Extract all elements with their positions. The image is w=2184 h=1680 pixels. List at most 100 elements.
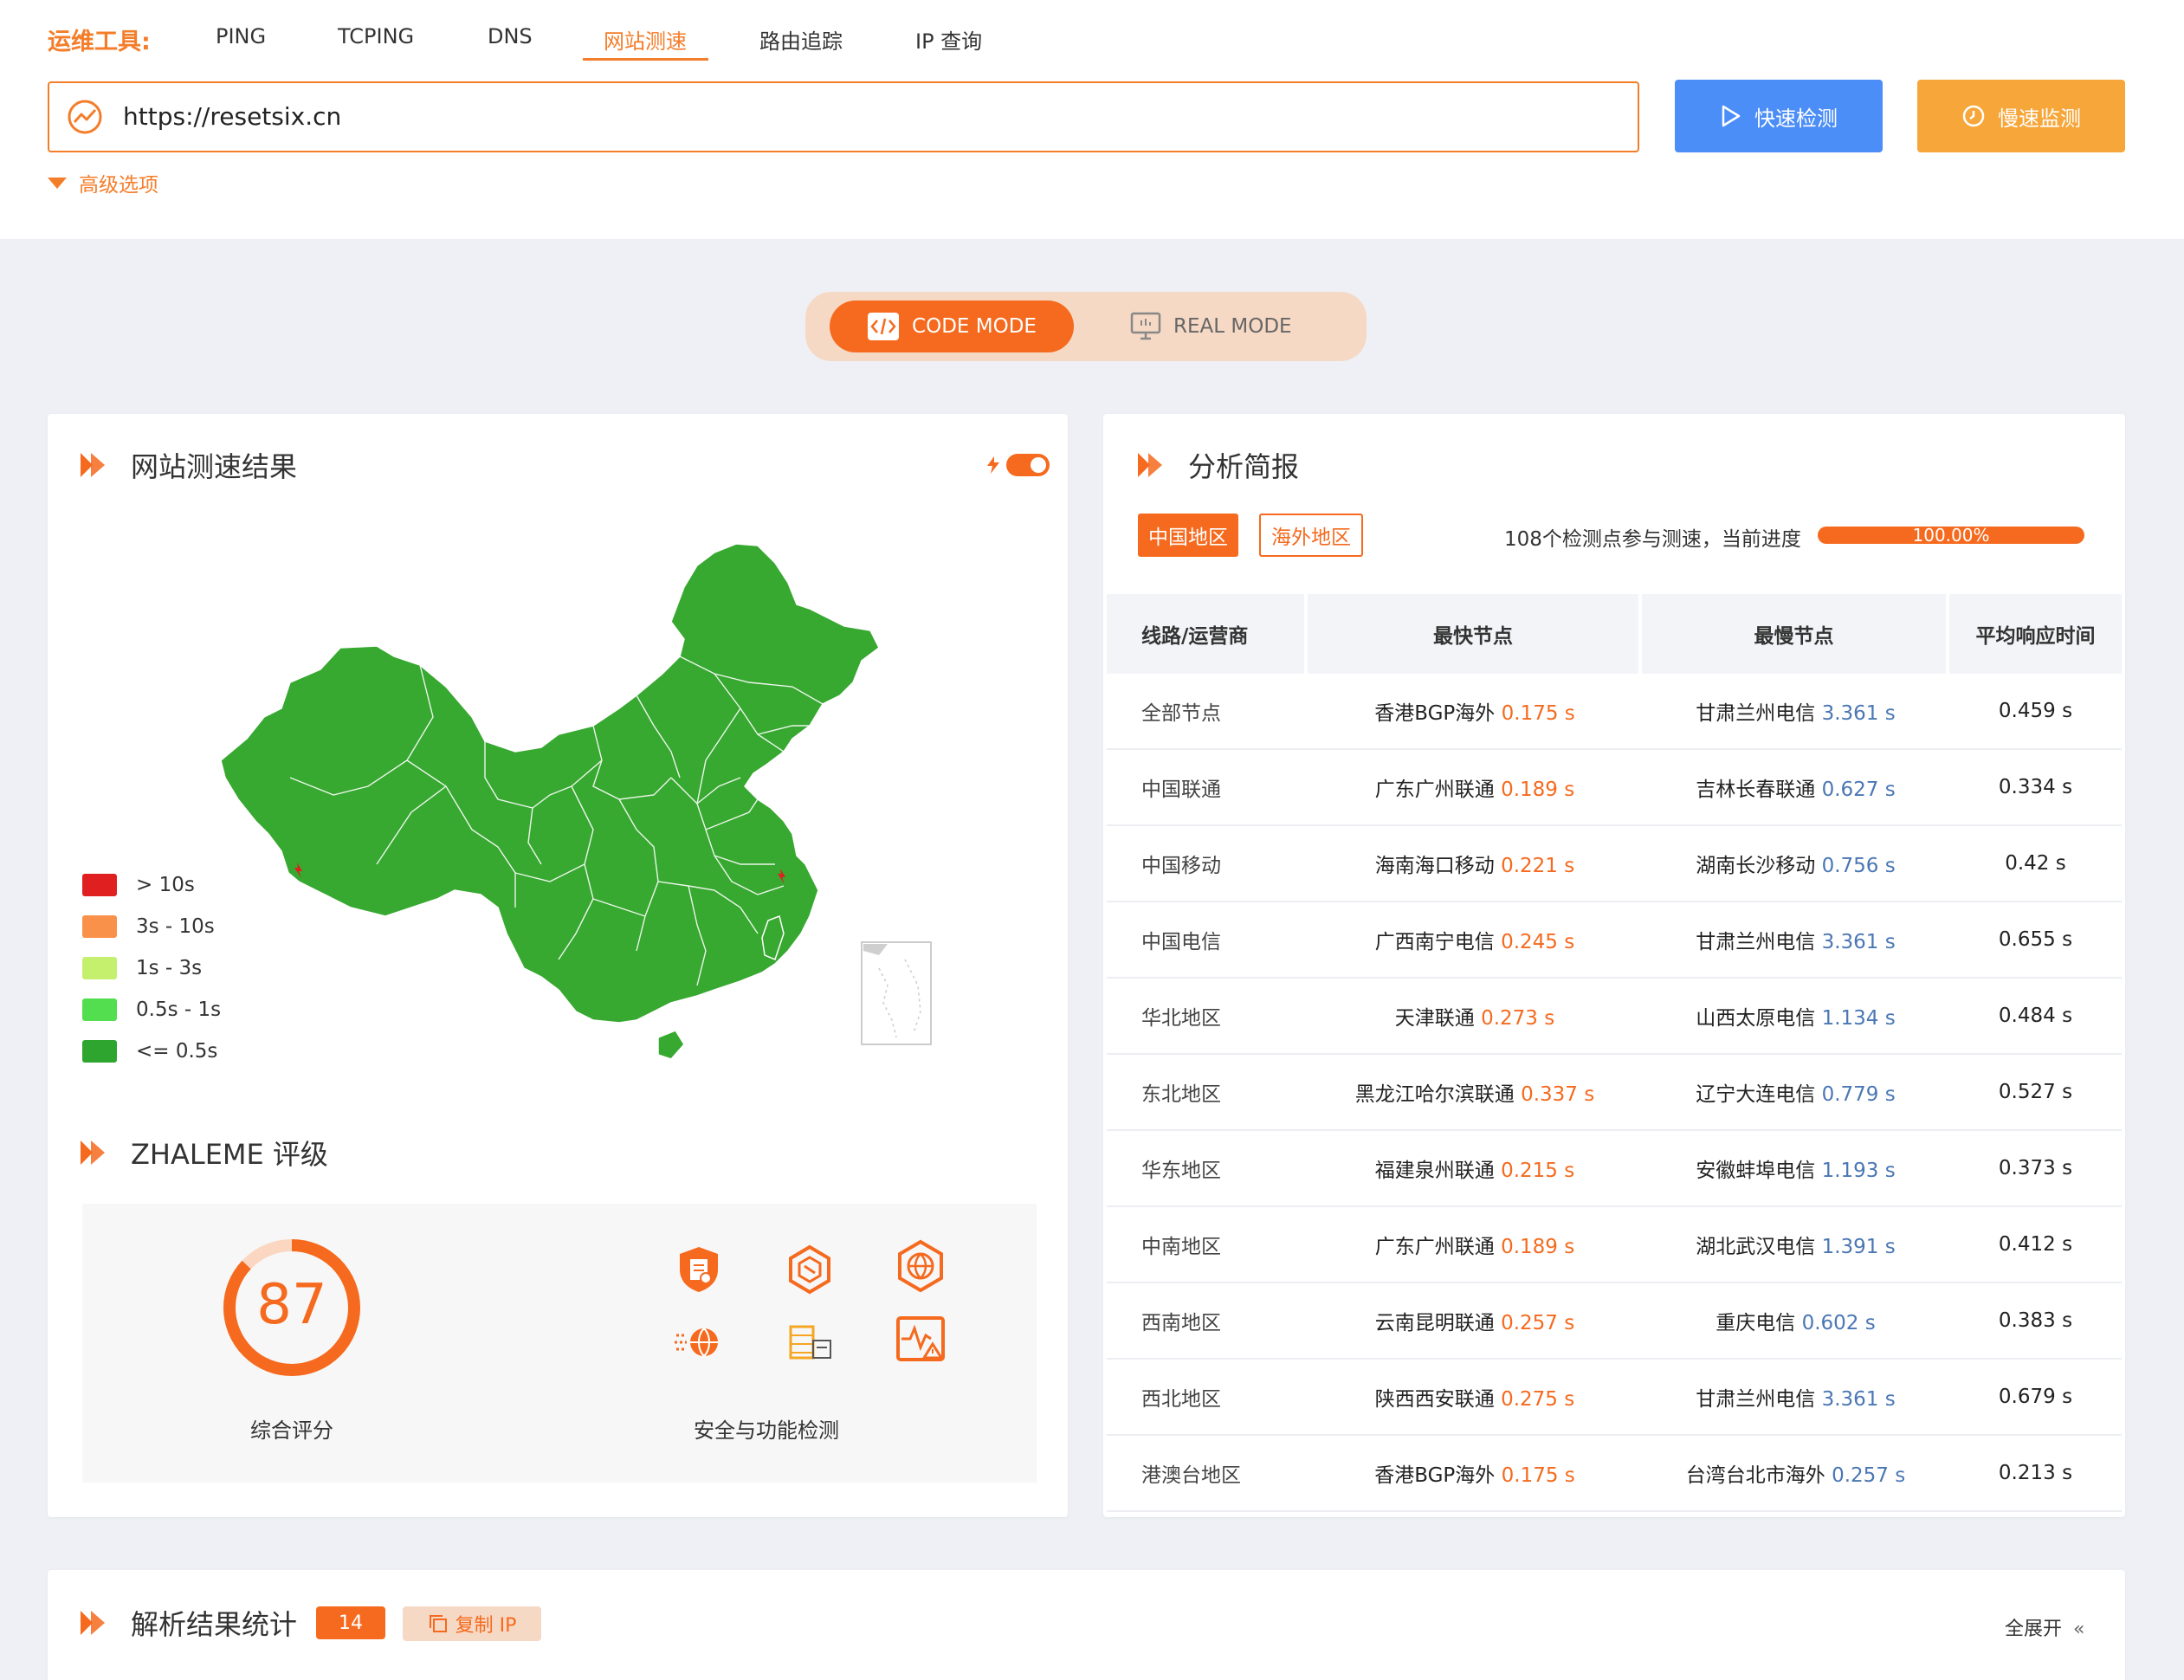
tab-traceroute[interactable]: 路由追踪	[759, 24, 843, 55]
double-chevron-icon	[1138, 453, 1162, 477]
real-mode-label: REAL MODE	[1173, 315, 1292, 338]
fastest-cell: 广东广州联通 0.189 s	[1308, 1207, 1642, 1283]
fastest-node: 香港BGP海外	[1374, 1464, 1496, 1487]
hexagon-box-icon[interactable]	[782, 1242, 837, 1297]
toggle-switch[interactable]	[1006, 454, 1050, 476]
fast-check-label: 快速检测	[1754, 106, 1838, 131]
fastest-node: 广东广州联通	[1374, 779, 1495, 801]
advanced-options-toggle[interactable]: 高级选项	[48, 168, 158, 197]
shield-doc-icon[interactable]	[671, 1242, 727, 1297]
speed-legend: > 10s 3s - 10s 1s - 3s 0.5s - 1s <= 0.5s	[82, 864, 221, 1072]
legend-swatch	[82, 1040, 117, 1063]
tab-website-speed[interactable]: 网站测速	[604, 24, 687, 55]
table-row: 中南地区 广东广州联通 0.189 s 湖北武汉电信 1.391 s 0.412 s	[1107, 1207, 2122, 1283]
slowest-cell: 湖南长沙移动 0.756 s	[1642, 826, 1949, 902]
average-cell: 0.42 s	[1949, 826, 2122, 902]
clock-icon	[1962, 105, 1985, 127]
legend-swatch	[82, 915, 117, 938]
legend-swatch	[82, 998, 117, 1021]
real-mode-button[interactable]: REAL MODE	[1130, 300, 1338, 352]
url-input[interactable]: https://resetsix.cn	[48, 81, 1639, 152]
fastest-cell: 福建泉州联通 0.215 s	[1308, 1131, 1642, 1207]
legend-swatch	[82, 874, 117, 896]
slowest-time: 0.602 s	[1801, 1312, 1876, 1334]
fastest-time: 0.175 s	[1501, 1464, 1575, 1487]
slowest-cell: 湖北武汉电信 1.391 s	[1642, 1207, 1949, 1283]
table-row: 东北地区 黑龙江哈尔滨联通 0.337 s 辽宁大连电信 0.779 s 0.527 …	[1107, 1055, 2122, 1131]
alert-pulse-icon[interactable]	[893, 1311, 948, 1367]
slowest-cell: 甘肃兰州电信 3.361 s	[1642, 902, 1949, 979]
fastest-cell: 天津联通 0.273 s	[1308, 979, 1642, 1055]
map-toggle[interactable]	[987, 454, 1050, 476]
expand-all-button[interactable]: 全展开 «	[2005, 1613, 2084, 1641]
tab-china-region[interactable]: 中国地区	[1138, 514, 1238, 557]
slowest-cell: 甘肃兰州电信 3.361 s	[1642, 1360, 1949, 1436]
fastest-time: 0.257 s	[1501, 1312, 1575, 1334]
line-cell: 西南地区	[1107, 1283, 1308, 1360]
fastest-cell: 广西南宁电信 0.245 s	[1308, 902, 1642, 979]
fastest-time: 0.189 s	[1501, 779, 1575, 801]
analysis-table: 线路/运营商 最快节点 最慢节点 平均响应时间 全部节点 香港BGP海外 0.17…	[1107, 594, 2122, 1512]
ip-count-badge: 14	[316, 1606, 385, 1639]
average-cell: 0.412 s	[1949, 1207, 2122, 1283]
tab-ping[interactable]: PING	[216, 24, 266, 48]
south-sea-inset	[861, 941, 932, 1045]
legend-label: 0.5s - 1s	[136, 998, 222, 1021]
slowest-time: 0.257 s	[1832, 1464, 1906, 1487]
slowest-time: 0.627 s	[1821, 779, 1896, 801]
average-cell: 0.527 s	[1949, 1055, 2122, 1131]
legend-label: > 10s	[136, 874, 195, 896]
line-cell: 中南地区	[1107, 1207, 1308, 1283]
analysis-title: 分析简报	[1188, 450, 1300, 483]
table-row: 中国联通 广东广州联通 0.189 s 吉林长春联通 0.627 s 0.334 s	[1107, 750, 2122, 826]
col-header-slowest: 最慢节点	[1642, 594, 1949, 674]
double-chevron-icon	[81, 453, 105, 477]
globe-speed-icon[interactable]	[671, 1315, 727, 1370]
slowest-node: 湖北武汉电信	[1696, 1236, 1816, 1258]
legend-swatch	[82, 957, 117, 979]
globe-hex-icon[interactable]	[893, 1238, 948, 1294]
table-row: 西南地区 云南昆明联通 0.257 s 重庆电信 0.602 s 0.383 s	[1107, 1283, 2122, 1360]
fastest-cell: 陕西西安联通 0.275 s	[1308, 1360, 1642, 1436]
line-cell: 中国电信	[1107, 902, 1308, 979]
legend-label: 3s - 10s	[136, 915, 215, 938]
average-cell: 0.213 s	[1949, 1436, 2122, 1512]
firewall-icon[interactable]	[782, 1315, 837, 1370]
double-chevron-icon	[81, 1140, 105, 1165]
code-mode-button[interactable]: CODE MODE	[830, 300, 1074, 352]
fastest-time: 0.215 s	[1501, 1160, 1575, 1182]
fastest-cell: 海南海口移动 0.221 s	[1308, 826, 1642, 902]
legend-item: > 10s	[82, 864, 221, 906]
tab-overseas-region[interactable]: 海外地区	[1259, 514, 1363, 557]
speed-result-title: 网站测速结果	[131, 450, 298, 483]
line-cell: 全部节点	[1107, 674, 1308, 750]
fastest-node: 福建泉州联通	[1374, 1160, 1495, 1182]
score-gauge: 87	[223, 1239, 360, 1376]
analysis-card: 分析简报 中国地区 海外地区 108个检测点参与测速，当前进度 100.00% …	[1103, 414, 2125, 1517]
slowest-time: 3.361 s	[1821, 931, 1896, 953]
legend-label: <= 0.5s	[136, 1040, 218, 1063]
legend-item: 3s - 10s	[82, 906, 221, 947]
slow-monitor-button[interactable]: 慢速监测	[1917, 80, 2125, 152]
fast-check-button[interactable]: 快速检测	[1675, 80, 1883, 152]
rating-panel: 87 综合评分 安全与功能检测	[82, 1204, 1037, 1483]
fastest-cell: 黑龙江哈尔滨联通 0.337 s	[1308, 1055, 1642, 1131]
speed-result-header: 网站测速结果	[81, 445, 297, 485]
copy-ip-button[interactable]: 复制 IP	[403, 1606, 541, 1641]
slowest-cell: 山西太原电信 1.134 s	[1642, 979, 1949, 1055]
tab-dns[interactable]: DNS	[488, 24, 533, 48]
col-header-line: 线路/运营商	[1107, 594, 1308, 674]
mode-switch: CODE MODE REAL MODE	[805, 292, 1367, 361]
fastest-time: 0.275 s	[1501, 1388, 1575, 1411]
slowest-node: 吉林长春联通	[1696, 779, 1816, 801]
slowest-node: 重庆电信	[1716, 1312, 1796, 1334]
slowest-cell: 安徽蚌埠电信 1.193 s	[1642, 1131, 1949, 1207]
table-row: 中国电信 广西南宁电信 0.245 s 甘肃兰州电信 3.361 s 0.655 s	[1107, 902, 2122, 979]
progress-bar: 100.00%	[1818, 527, 2084, 544]
fastest-cell: 香港BGP海外 0.175 s	[1308, 674, 1642, 750]
line-cell: 西北地区	[1107, 1360, 1308, 1436]
tab-ip-lookup[interactable]: IP 查询	[915, 24, 982, 55]
tab-tcping[interactable]: TCPING	[338, 24, 414, 48]
table-row: 华东地区 福建泉州联通 0.215 s 安徽蚌埠电信 1.193 s 0.373 s	[1107, 1131, 2122, 1207]
rating-header: ZHALEME 评级	[81, 1133, 328, 1173]
